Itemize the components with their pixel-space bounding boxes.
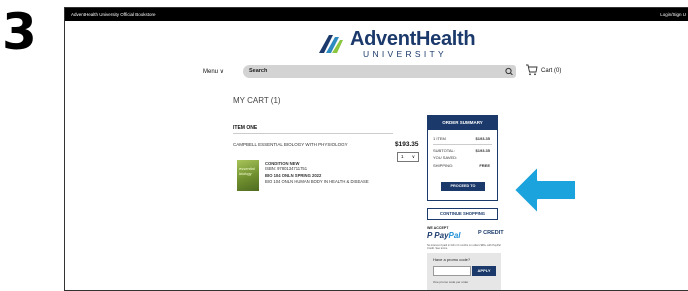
paypal-fine-print: No interest if paid in full in 6 months …: [427, 244, 501, 251]
proceed-to-checkout-button[interactable]: PROCEED TO CHECKOUT: [441, 182, 485, 197]
promo-note: One promo code per order: [433, 280, 469, 284]
cart-label: Cart (0): [541, 68, 562, 74]
paypal-pay-text: Pay: [434, 231, 449, 240]
item-course-name: BIO 104 ONLN HUMAN BODY IN HEALTH & DISE…: [265, 178, 369, 184]
quantity-select[interactable]: 1 ∨: [397, 152, 419, 162]
step-number: 3: [2, 3, 37, 61]
continue-shopping-button[interactable]: CONTINUE SHOPPING: [427, 208, 498, 220]
order-summary-title: ORDER SUMMARY: [428, 116, 497, 130]
browser-screenshot: AdventHealth University Official Booksto…: [64, 7, 688, 291]
summary-divider: [433, 144, 492, 145]
promo-label: Have a promo code?: [433, 257, 471, 262]
logo-subtitle: UNIVERSITY: [363, 49, 448, 59]
search-button[interactable]: [502, 65, 516, 78]
item-heading: ITEM ONE: [233, 125, 258, 131]
item-divider: [233, 133, 393, 134]
summary-label: YOU SAVED:: [433, 155, 458, 160]
store-name: AdventHealth University Official Booksto…: [71, 12, 156, 17]
cart-link[interactable]: Cart (0): [525, 64, 561, 78]
quantity-value: 1: [401, 154, 404, 159]
summary-value: $193.35: [475, 148, 490, 153]
logo-title: AdventHealth: [350, 28, 476, 50]
menu-dropdown[interactable]: Menu ∨: [203, 68, 224, 75]
login-link[interactable]: Login/Sign U: [660, 8, 686, 21]
item-details: CONDITION NEW ISBN: 9780134711751 BIO 10…: [265, 161, 369, 184]
summary-value: FREE: [479, 163, 490, 168]
summary-value: $193.35: [475, 136, 490, 141]
summary-label: 1 ITEM: [433, 136, 446, 141]
summary-label: SHIPPING:: [433, 163, 454, 168]
search-input[interactable]: Search: [243, 65, 513, 78]
search-icon: [505, 67, 513, 76]
page-title: MY CART (1): [233, 96, 281, 105]
cover-text: essential biology: [239, 166, 255, 176]
paypal-credit-text: CREDIT: [483, 230, 504, 236]
promo-code-input[interactable]: [433, 266, 471, 276]
paypal-credit-p-icon: P: [478, 230, 482, 236]
summary-row-shipping: SHIPPING: FREE: [433, 161, 492, 170]
item-price: $193.35: [395, 141, 419, 148]
summary-row-subtotal: SUBTOTAL: $193.35: [433, 146, 492, 155]
promo-code-panel: Have a promo code? APPLY One promo code …: [427, 253, 501, 290]
cart-icon: [526, 64, 538, 76]
paypal-credit-logo: P CREDIT: [478, 230, 504, 236]
paypal-p-icon: P: [427, 231, 433, 240]
summary-row-items: 1 ITEM $193.35: [433, 134, 492, 143]
paypal-pal-text: Pal: [448, 231, 461, 240]
summary-label: SUBTOTAL:: [433, 148, 455, 153]
chevron-down-icon: ∨: [411, 154, 415, 159]
callout-arrow-icon: [513, 165, 577, 215]
tutorial-stage: 3 AdventHealth University Official Books…: [0, 0, 688, 291]
site-logo[interactable]: AdventHealth UNIVERSITY: [315, 27, 515, 59]
book-title[interactable]: CAMPBELL ESSENTIAL BIOLOGY WITH PHYSIOLO…: [233, 142, 348, 147]
book-cover-image[interactable]: essential biology: [237, 160, 259, 191]
payment-accept-label: WE ACCEPT: [427, 226, 449, 230]
logo-mark-icon: [319, 35, 343, 53]
apply-promo-button[interactable]: APPLY: [472, 266, 496, 276]
top-bar: AdventHealth University Official Booksto…: [65, 8, 688, 21]
